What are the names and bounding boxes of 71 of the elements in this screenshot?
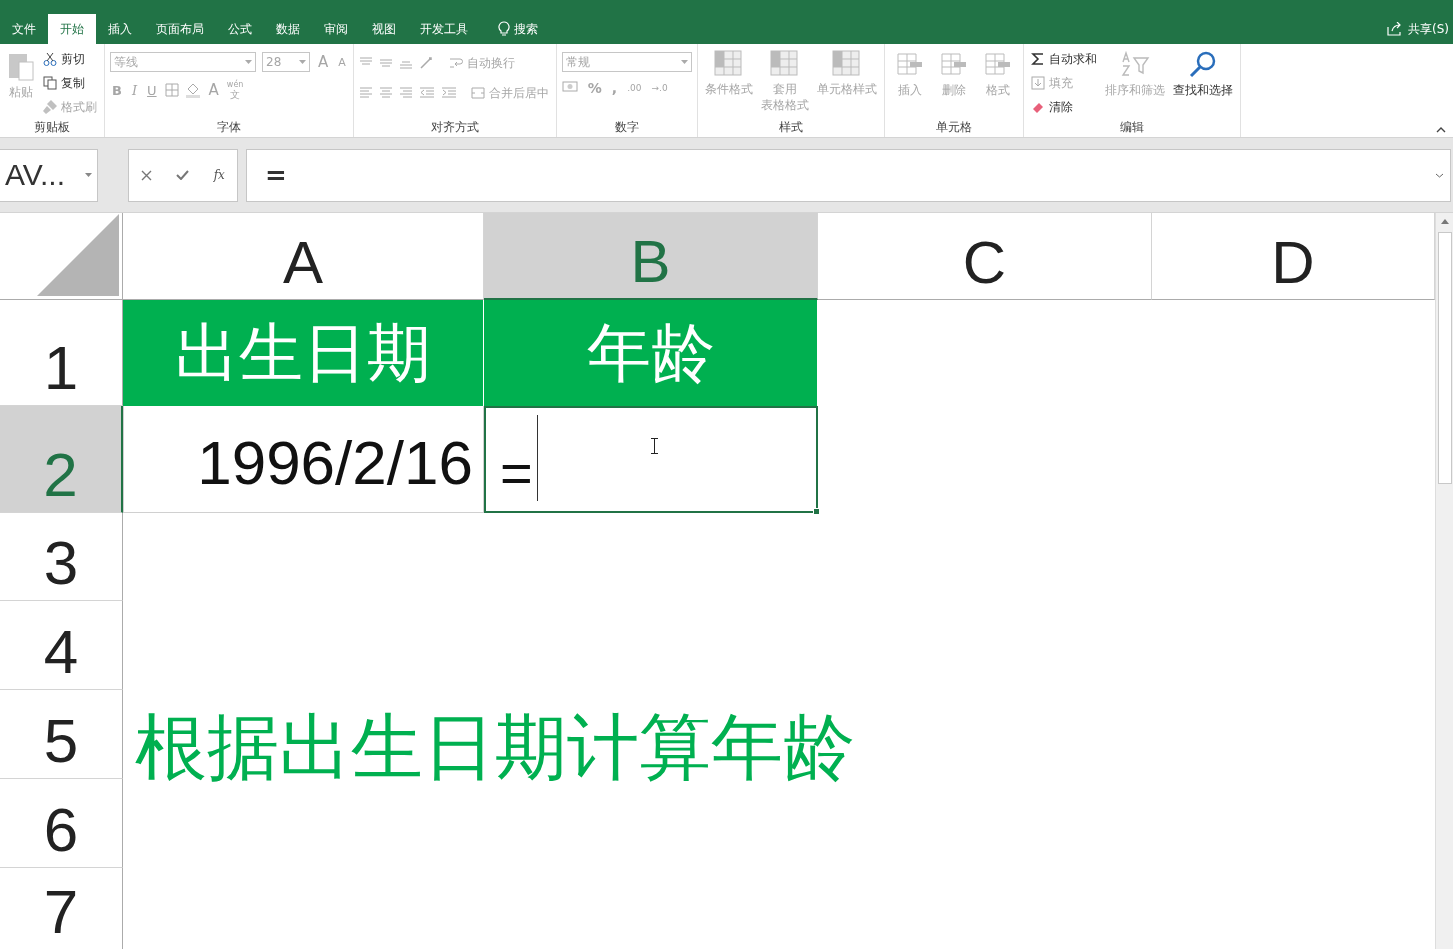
- lightbulb-icon: [498, 21, 510, 37]
- caret-icon: [680, 60, 688, 64]
- align-left-icon: [358, 87, 373, 99]
- expand-icon[interactable]: [1435, 172, 1444, 178]
- ribbon-tab[interactable]: 插入: [96, 14, 144, 44]
- active-cell[interactable]: =: [484, 406, 818, 513]
- table-header-cell-text: 出生日期: [174, 314, 432, 392]
- fill-down-icon: [1030, 76, 1045, 90]
- share-icon: [1387, 22, 1403, 36]
- caret-icon: [85, 173, 92, 177]
- collapse-ribbon-icon[interactable]: [1436, 127, 1446, 133]
- align-middle-icon: [378, 57, 393, 69]
- scroll-up-icon[interactable]: [1441, 219, 1449, 224]
- table-header-cell-text: 年龄: [585, 314, 716, 392]
- ribbon-tab[interactable]: 视图: [360, 14, 408, 44]
- find-select-button[interactable]: 查找和选择: [1170, 48, 1235, 101]
- wrap-icon: [448, 56, 463, 70]
- caret-icon: [245, 60, 252, 64]
- ribbon-tab[interactable]: 开发工具: [408, 14, 480, 44]
- group-title: 数字: [613, 119, 640, 136]
- group-title: 对齐方式: [429, 119, 480, 136]
- group-title: 字体: [215, 119, 242, 136]
- copy-button[interactable]: 复制: [41, 72, 99, 94]
- group-title: 单元格: [934, 119, 973, 136]
- align-right-icon: [398, 87, 413, 99]
- row-header[interactable]: 7: [0, 868, 123, 949]
- row-header[interactable]: 3: [0, 513, 123, 601]
- note-text: 根据出生日期计算年龄: [135, 704, 855, 791]
- decrease-indent-icon: [418, 87, 435, 99]
- scissors-icon: [43, 52, 57, 66]
- text-cursor-icon: [651, 438, 658, 454]
- merge-icon: [470, 86, 485, 100]
- search-button[interactable]: 搜索: [486, 14, 550, 44]
- group-title: 编辑: [1118, 119, 1145, 136]
- currency-icon: [561, 81, 580, 95]
- row-header[interactable]: 2: [0, 406, 123, 513]
- brush-icon: [43, 100, 57, 114]
- row-header[interactable]: 6: [0, 779, 123, 868]
- group-title: 样式: [777, 119, 804, 136]
- cancel-icon[interactable]: [141, 169, 153, 181]
- name-box[interactable]: AV...: [0, 148, 98, 202]
- group-title: 剪贴板: [33, 119, 71, 136]
- align-center-icon: [378, 87, 393, 99]
- column-header[interactable]: C: [818, 213, 1152, 300]
- caret-icon: [299, 60, 306, 64]
- share-button[interactable]: 共享(S): [1383, 14, 1453, 44]
- ribbon-tab[interactable]: 文件: [0, 14, 48, 44]
- insert-function-button[interactable]: fx: [213, 168, 225, 182]
- clear-button[interactable]: 清除: [1028, 96, 1099, 118]
- ribbon-tab[interactable]: 审阅: [312, 14, 360, 44]
- ribbon-tab[interactable]: 页面布局: [144, 14, 216, 44]
- scrollbar-thumb[interactable]: [1438, 232, 1452, 484]
- copy-icon: [43, 76, 57, 90]
- border-icon: [164, 83, 179, 97]
- ribbon-tab[interactable]: 开始: [48, 14, 96, 44]
- formula-field[interactable]: =: [246, 148, 1451, 202]
- ribbon-tab[interactable]: 公式: [216, 14, 264, 44]
- autosum-button[interactable]: 自动求和: [1028, 48, 1099, 70]
- column-header[interactable]: B: [484, 213, 818, 300]
- row-header[interactable]: 4: [0, 601, 123, 690]
- fill-bucket-icon: [184, 82, 201, 98]
- sigma-icon: [1030, 52, 1045, 66]
- vertical-scrollbar[interactable]: [1435, 213, 1453, 949]
- row-header[interactable]: 5: [0, 690, 123, 779]
- cut-button[interactable]: 剪切: [41, 48, 99, 70]
- increase-indent-icon: [440, 87, 457, 99]
- ribbon-tab[interactable]: 数据: [264, 14, 312, 44]
- orientation-icon: [418, 56, 435, 70]
- magnifier-icon: [1187, 50, 1218, 80]
- check-icon[interactable]: [176, 170, 190, 180]
- date-cell-text: 1996/2/16: [196, 427, 474, 499]
